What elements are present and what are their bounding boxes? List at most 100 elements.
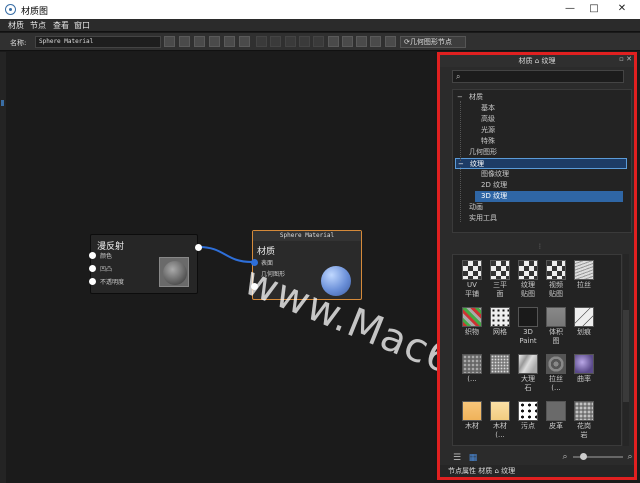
zoom-knob[interactable] — [580, 453, 587, 460]
tree-item-label: 2D 纹理 — [481, 181, 508, 189]
tree-item-label: 高级 — [481, 115, 495, 123]
tree-item[interactable]: 2D 纹理 — [475, 180, 623, 191]
diffuse-preview — [159, 257, 189, 287]
texture-tile[interactable]: 花岗 岩 — [571, 401, 599, 445]
texture-tile-label: 织物 — [465, 328, 479, 336]
tree-item[interactable]: 纹理 − — [455, 158, 627, 169]
curvature-swatch-icon — [574, 354, 594, 374]
diffuse-node[interactable]: 漫反射 颜色 凹凸 不透明度 — [89, 234, 202, 294]
marble-swatch-icon — [518, 354, 538, 374]
stain-swatch-icon — [518, 401, 538, 421]
texture-tile-label: 木材 — [465, 422, 479, 430]
zoom-out-icon[interactable]: ⌕ — [560, 452, 570, 462]
texture-tile[interactable] — [487, 354, 515, 398]
texture-tile-label: 木材 (... — [493, 422, 507, 439]
tree-item[interactable]: 基本 — [475, 103, 623, 114]
texture-tile-label: 皮革 — [549, 422, 563, 430]
tree-item[interactable]: 几何图形 — [455, 147, 625, 158]
category-tree: 材质 − 基本高级光源 特殊几何图形纹理 − 图像纹理 2D 纹理 3D 纹理动画 实用工具 — [452, 89, 632, 233]
tree-item-label: 实用工具 — [469, 214, 497, 222]
texture-tile[interactable]: 织物 — [459, 307, 487, 351]
tree-item-label: 几何图形 — [469, 148, 497, 156]
texture-tile-label: (... — [467, 375, 477, 383]
texture-tile[interactable]: 曲率 — [571, 354, 599, 398]
tree-item[interactable]: 高级 — [475, 114, 623, 125]
texture-tile[interactable]: 体积 图 — [543, 307, 571, 351]
texture-tile[interactable]: (... — [459, 354, 487, 398]
port-label: 凹凸 — [100, 266, 113, 273]
texture-tile-label: UV 平铺 — [465, 281, 479, 298]
fabric-swatch-icon — [462, 307, 482, 327]
granite-swatch-icon — [574, 401, 594, 421]
tree-item[interactable]: 图像纹理 — [475, 169, 623, 180]
node-header: Sphere Material — [253, 231, 361, 241]
texture-tile-label: 划痕 — [577, 328, 591, 336]
search-input[interactable]: ⌕ — [452, 70, 624, 83]
port-opacity[interactable] — [89, 278, 96, 285]
texture-grid: UV 平铺 三平 面纹理 贴图 视频 贴图 拉丝织物 网格 3D Paint 体积 图 划痕 (… — [452, 254, 622, 446]
leather-swatch-icon — [546, 401, 566, 421]
texture-tile[interactable]: 拉丝 (... — [543, 354, 571, 398]
node-title: 材质 — [257, 247, 276, 257]
texture-tile[interactable]: 污点 — [515, 401, 543, 445]
noise2-swatch-icon — [490, 354, 510, 374]
brushed-swatch-icon — [574, 260, 594, 280]
texture-tile[interactable]: 大理 石 — [515, 354, 543, 398]
texture-tile[interactable]: 木材 (... — [487, 401, 515, 445]
texture-tile-label: 网格 — [493, 328, 507, 336]
tree-item-label: 3D 纹理 — [481, 192, 508, 200]
list-view-icon[interactable]: ☰ — [452, 453, 462, 463]
texture-tile[interactable]: 拉丝 — [571, 260, 599, 304]
texture-tile[interactable]: 皮革 — [543, 401, 571, 445]
checker-swatch-icon — [546, 260, 566, 280]
zoom-in-icon[interactable]: ⌕ — [625, 452, 635, 462]
grid-scrollbar[interactable] — [623, 254, 629, 446]
texture-tile[interactable]: 视频 贴图 — [543, 260, 571, 304]
port-output[interactable] — [195, 244, 202, 251]
texture-tile-label: 曲率 — [577, 375, 591, 383]
texture-tile-label: 体积 图 — [549, 328, 563, 345]
tree-item-label: 特殊 — [481, 137, 495, 145]
wood-swatch-icon — [462, 401, 482, 421]
texture-tile-label: 花岗 岩 — [577, 422, 591, 439]
tree-item[interactable]: 材质 − — [455, 92, 625, 103]
grid-view-icon[interactable]: ▦ — [468, 453, 478, 463]
panel-title: 材质 ⌂ 纹理 — [440, 55, 634, 67]
texture-tile[interactable]: UV 平铺 — [459, 260, 487, 304]
checker-swatch-icon — [518, 260, 538, 280]
panel-footer-tabs[interactable]: 节点属性 材质 ⌂ 纹理 — [440, 465, 634, 477]
volume-swatch-icon — [546, 307, 566, 327]
tree-guide-line — [460, 101, 461, 161]
texture-tile[interactable]: 纹理 贴图 — [515, 260, 543, 304]
texture-tile-label: 3D Paint — [519, 328, 537, 345]
port-color[interactable] — [89, 252, 96, 259]
port-label: 颜色 — [100, 253, 113, 260]
texture-tile-label: 纹理 贴图 — [521, 281, 535, 298]
paint-swatch-icon — [518, 307, 538, 327]
texture-tile-label: 大理 石 — [521, 375, 535, 392]
material-texture-panel: 材质 ⌂ 纹理 ▫ ✕ ⌕ 材质 − 基本高级光源 特殊几何图形纹理 − 图像纹理 2D 纹… — [437, 52, 637, 480]
texture-tile-label: 三平 面 — [493, 281, 507, 298]
texture-tile[interactable]: 网格 — [487, 307, 515, 351]
tree-item[interactable]: 3D 纹理 — [475, 191, 623, 202]
texture-tile-label: 视频 贴图 — [549, 281, 563, 298]
brushed2-swatch-icon — [546, 354, 566, 374]
tree-item[interactable]: 光源 — [475, 125, 623, 136]
texture-tile[interactable]: 木材 — [459, 401, 487, 445]
texture-tile[interactable]: 划痕 — [571, 307, 599, 351]
zoom-slider[interactable] — [573, 453, 623, 460]
wood2-swatch-icon — [490, 401, 510, 421]
port-bump[interactable] — [89, 265, 96, 272]
texture-tile[interactable]: 3D Paint — [515, 307, 543, 351]
tree-item[interactable]: 实用工具 — [455, 213, 625, 224]
port-label: 不透明度 — [100, 279, 125, 286]
tree-item[interactable]: 动画 — [455, 202, 625, 213]
panel-close-icon[interactable]: ▫ ✕ — [619, 55, 632, 63]
scroll-thumb[interactable] — [623, 310, 629, 402]
texture-tile[interactable]: 三平 面 — [487, 260, 515, 304]
texture-tile-label: 拉丝 — [577, 281, 591, 289]
tree-item[interactable]: 特殊 — [475, 136, 623, 147]
tree-item-label: 基本 — [481, 104, 495, 112]
diffuse-to-surface-wire — [198, 246, 253, 263]
splitter-handle[interactable]: ⋮ — [537, 243, 543, 250]
